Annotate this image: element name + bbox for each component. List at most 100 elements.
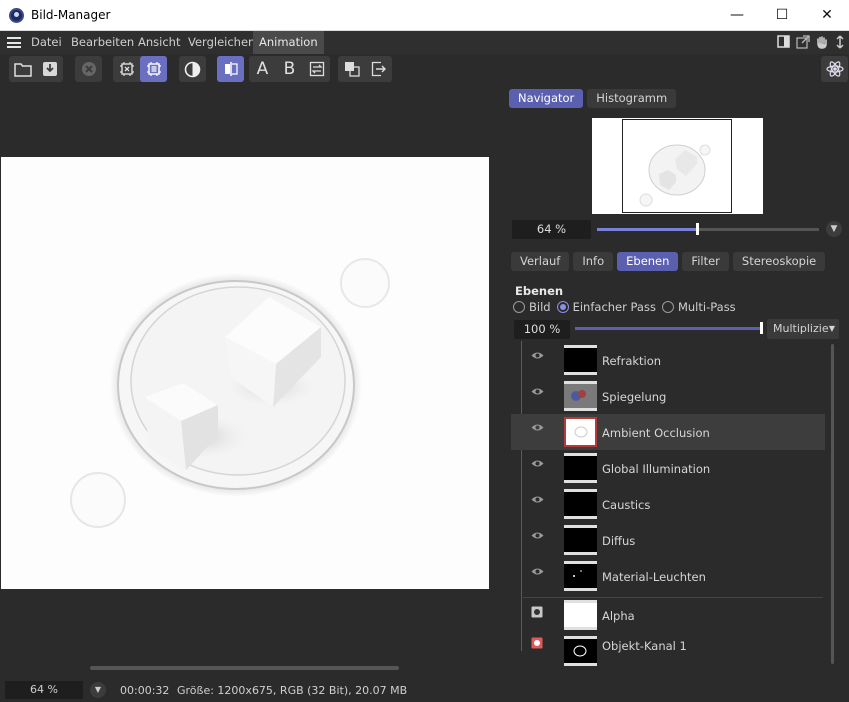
render-group: [113, 56, 167, 82]
object-channel-icon[interactable]: [531, 637, 543, 649]
radio-multi-pass-label[interactable]: Multi-Pass: [678, 300, 736, 314]
navigator-zoom-knob[interactable]: [695, 223, 699, 235]
layer-thumbnail: [564, 525, 597, 555]
horizontal-scrollbar[interactable]: [90, 666, 399, 670]
tab-verlauf[interactable]: Verlauf: [511, 252, 570, 271]
blend-mode-value: Multiplizie: [773, 322, 829, 335]
radio-einfacher-pass-label[interactable]: Einfacher Pass: [573, 300, 656, 314]
file-group: [9, 56, 63, 82]
layer-name: Global Illumination: [602, 462, 711, 476]
layer-name: Refraktion: [602, 354, 662, 368]
eye-icon[interactable]: [531, 565, 544, 575]
eye-icon[interactable]: [531, 457, 544, 467]
menu-animation[interactable]: Animation: [253, 31, 324, 54]
navigator-tabs: Navigator Histogramm: [509, 89, 677, 108]
layer-thumbnail: [564, 345, 597, 375]
eye-icon[interactable]: [531, 421, 544, 431]
layer-name: Ambient Occlusion: [602, 426, 710, 440]
layer-thumbnail: [564, 561, 597, 591]
overlay-icon[interactable]: [338, 56, 365, 82]
layer-row-ambient-occlusion[interactable]: Ambient Occlusion: [511, 414, 825, 450]
tab-histogramm[interactable]: Histogramm: [587, 89, 677, 108]
swap-icon[interactable]: [303, 56, 330, 82]
minimize-button[interactable]: —: [714, 0, 760, 30]
layer-row-spiegelung[interactable]: Spiegelung: [511, 378, 825, 414]
opacity-field[interactable]: 100 %: [514, 320, 570, 339]
layer-list-scrollbar[interactable]: [831, 344, 834, 664]
layer-thumbnail: [564, 453, 597, 483]
radio-einfacher-pass[interactable]: [556, 301, 569, 313]
stop-group: [75, 56, 102, 82]
external-window-icon[interactable]: [796, 35, 810, 53]
render-region-icon[interactable]: [113, 56, 140, 82]
layer-thumbnail: [564, 489, 597, 519]
tab-navigator[interactable]: Navigator: [509, 89, 584, 108]
radio-bild[interactable]: [513, 301, 525, 313]
layer-thumbnail: [564, 381, 597, 411]
menu-ansicht[interactable]: Ansicht: [138, 35, 180, 49]
navigator-zoom-dropdown-icon[interactable]: ▼: [826, 221, 842, 237]
export-icon[interactable]: [365, 56, 392, 82]
layer-row-global-illumination[interactable]: Global Illumination: [511, 450, 825, 486]
status-zoom-field[interactable]: 64 %: [5, 681, 83, 699]
menu-vergleichen[interactable]: Vergleichen: [188, 35, 255, 49]
render-view-icon[interactable]: [140, 56, 167, 82]
stop-icon[interactable]: [75, 56, 102, 82]
compare-group: [217, 56, 244, 82]
tab-ebenen[interactable]: Ebenen: [617, 252, 679, 271]
eye-icon[interactable]: [531, 529, 544, 539]
layer-name: Diffus: [602, 534, 636, 548]
navigator-preview[interactable]: [592, 118, 763, 214]
layer-row-caustics[interactable]: Caustics: [511, 486, 825, 522]
toolbar: A B: [0, 54, 849, 86]
navigator-zoom-field[interactable]: 64 %: [512, 220, 591, 239]
layer-thumbnail: [564, 417, 597, 447]
menu-bar: Datei Bearbeiten Ansicht Vergleichen Ani…: [0, 31, 849, 54]
hand-pan-icon[interactable]: [815, 35, 829, 53]
tab-info[interactable]: Info: [573, 252, 614, 271]
slot-b-button[interactable]: B: [276, 56, 303, 82]
tab-filter[interactable]: Filter: [682, 252, 729, 271]
compare-ab-icon[interactable]: [217, 56, 244, 82]
status-zoom-dropdown-icon[interactable]: ▼: [90, 682, 106, 698]
render-settings-icon[interactable]: [821, 56, 848, 82]
layer-row-alpha[interactable]: Alpha: [511, 597, 825, 633]
eye-icon[interactable]: [531, 349, 544, 359]
image-viewer[interactable]: [0, 86, 505, 678]
alpha-channel-icon[interactable]: [531, 606, 543, 618]
contrast-group: [179, 56, 206, 82]
tab-stereoskopie[interactable]: Stereoskopie: [732, 252, 826, 271]
maximize-button[interactable]: ☐: [759, 0, 805, 30]
layer-row-material-leuchten[interactable]: Material-Leuchten: [511, 558, 825, 594]
menu-datei[interactable]: Datei: [31, 35, 62, 49]
chevron-down-icon: ▼: [828, 324, 835, 333]
hamburger-menu-icon[interactable]: [7, 37, 21, 48]
info-tabs: Verlauf Info Ebenen Filter Stereoskopie: [511, 252, 826, 271]
opacity-knob[interactable]: [760, 322, 763, 334]
settings-group: [821, 56, 848, 82]
save-icon[interactable]: [36, 56, 63, 82]
layer-name: Alpha: [602, 609, 635, 623]
contrast-icon[interactable]: [179, 56, 206, 82]
slot-a-button[interactable]: A: [249, 56, 276, 82]
blend-mode-dropdown[interactable]: Multiplizie ▼: [767, 319, 839, 339]
eye-icon[interactable]: [531, 493, 544, 503]
navigator-viewport-frame[interactable]: [622, 119, 732, 213]
status-bar: 64 % ▼ 00:00:32 Größe: 1200x675, RGB (32…: [0, 678, 849, 702]
eye-icon[interactable]: [531, 385, 544, 395]
slots-group: A B: [249, 56, 330, 82]
radio-multi-pass[interactable]: [661, 301, 674, 313]
move-arrows-icon[interactable]: [834, 35, 846, 53]
app-logo-icon: [9, 8, 24, 23]
layer-row-diffus[interactable]: Diffus: [511, 522, 825, 558]
menu-bearbeiten[interactable]: Bearbeiten: [71, 35, 134, 49]
image-size-info: Größe: 1200x675, RGB (32 Bit), 20.07 MB: [177, 684, 408, 697]
folder-open-icon[interactable]: [9, 56, 36, 82]
panel-layout-icon[interactable]: [777, 35, 790, 52]
close-button[interactable]: ✕: [804, 0, 849, 30]
layer-row-refraktion[interactable]: Refraktion: [511, 342, 825, 378]
mode-radio-group: Bild Einfacher Pass Multi-Pass: [513, 300, 742, 314]
radio-bild-label[interactable]: Bild: [529, 300, 551, 314]
layer-row-objekt-kanal[interactable]: Objekt-Kanal 1: [511, 633, 825, 669]
title-bar: Bild-Manager — ☐ ✕: [0, 0, 849, 31]
